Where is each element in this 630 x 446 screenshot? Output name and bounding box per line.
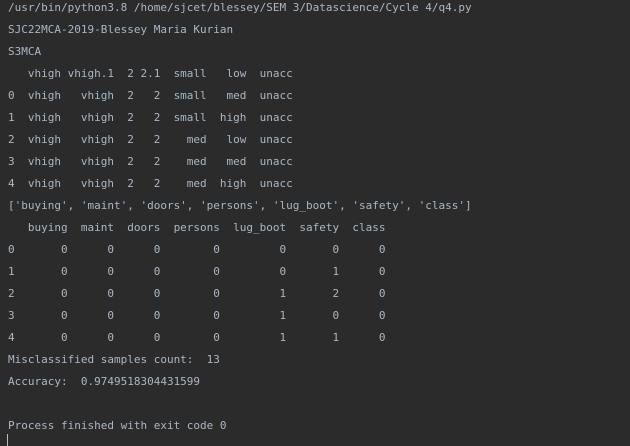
encoded-data-row: 1 0 0 0 0 0 1 0 <box>8 265 386 278</box>
raw-data-header: vhigh vhigh.1 2 2.1 small low unacc <box>8 67 293 80</box>
class-line: S3MCA <box>8 45 42 58</box>
raw-data-row: 4 vhigh vhigh 2 2 med high unacc <box>8 177 293 190</box>
run-console-output: /usr/bin/python3.8 /home/sjcet/blessey/S… <box>0 0 630 437</box>
raw-data-row: 2 vhigh vhigh 2 2 med low unacc <box>8 133 293 146</box>
raw-data-row: 3 vhigh vhigh 2 2 med med unacc <box>8 155 293 168</box>
encoded-data-row: 3 0 0 0 0 1 0 0 <box>8 309 386 322</box>
student-name-line: SJC22MCA-2019-Blessey Maria Kurian <box>8 23 234 36</box>
text-cursor[interactable] <box>7 434 8 446</box>
encoded-data-row: 4 0 0 0 0 1 1 0 <box>8 331 386 344</box>
command-line: /usr/bin/python3.8 /home/sjcet/blessey/S… <box>8 1 472 14</box>
column-list-line: ['buying', 'maint', 'doors', 'persons', … <box>8 199 472 212</box>
raw-data-row: 1 vhigh vhigh 2 2 small high unacc <box>8 111 293 124</box>
encoded-data-row: 2 0 0 0 0 1 2 0 <box>8 287 386 300</box>
encoded-data-row: 0 0 0 0 0 0 0 0 <box>8 243 386 256</box>
encoded-data-header: buying maint doors persons lug_boot safe… <box>8 221 386 234</box>
misclassified-count-line: Misclassified samples count: 13 <box>8 353 220 366</box>
accuracy-line: Accuracy: 0.9749518304431599 <box>8 375 201 388</box>
process-finished-line: Process finished with exit code 0 <box>8 419 227 432</box>
raw-data-row: 0 vhigh vhigh 2 2 small med unacc <box>8 89 293 102</box>
